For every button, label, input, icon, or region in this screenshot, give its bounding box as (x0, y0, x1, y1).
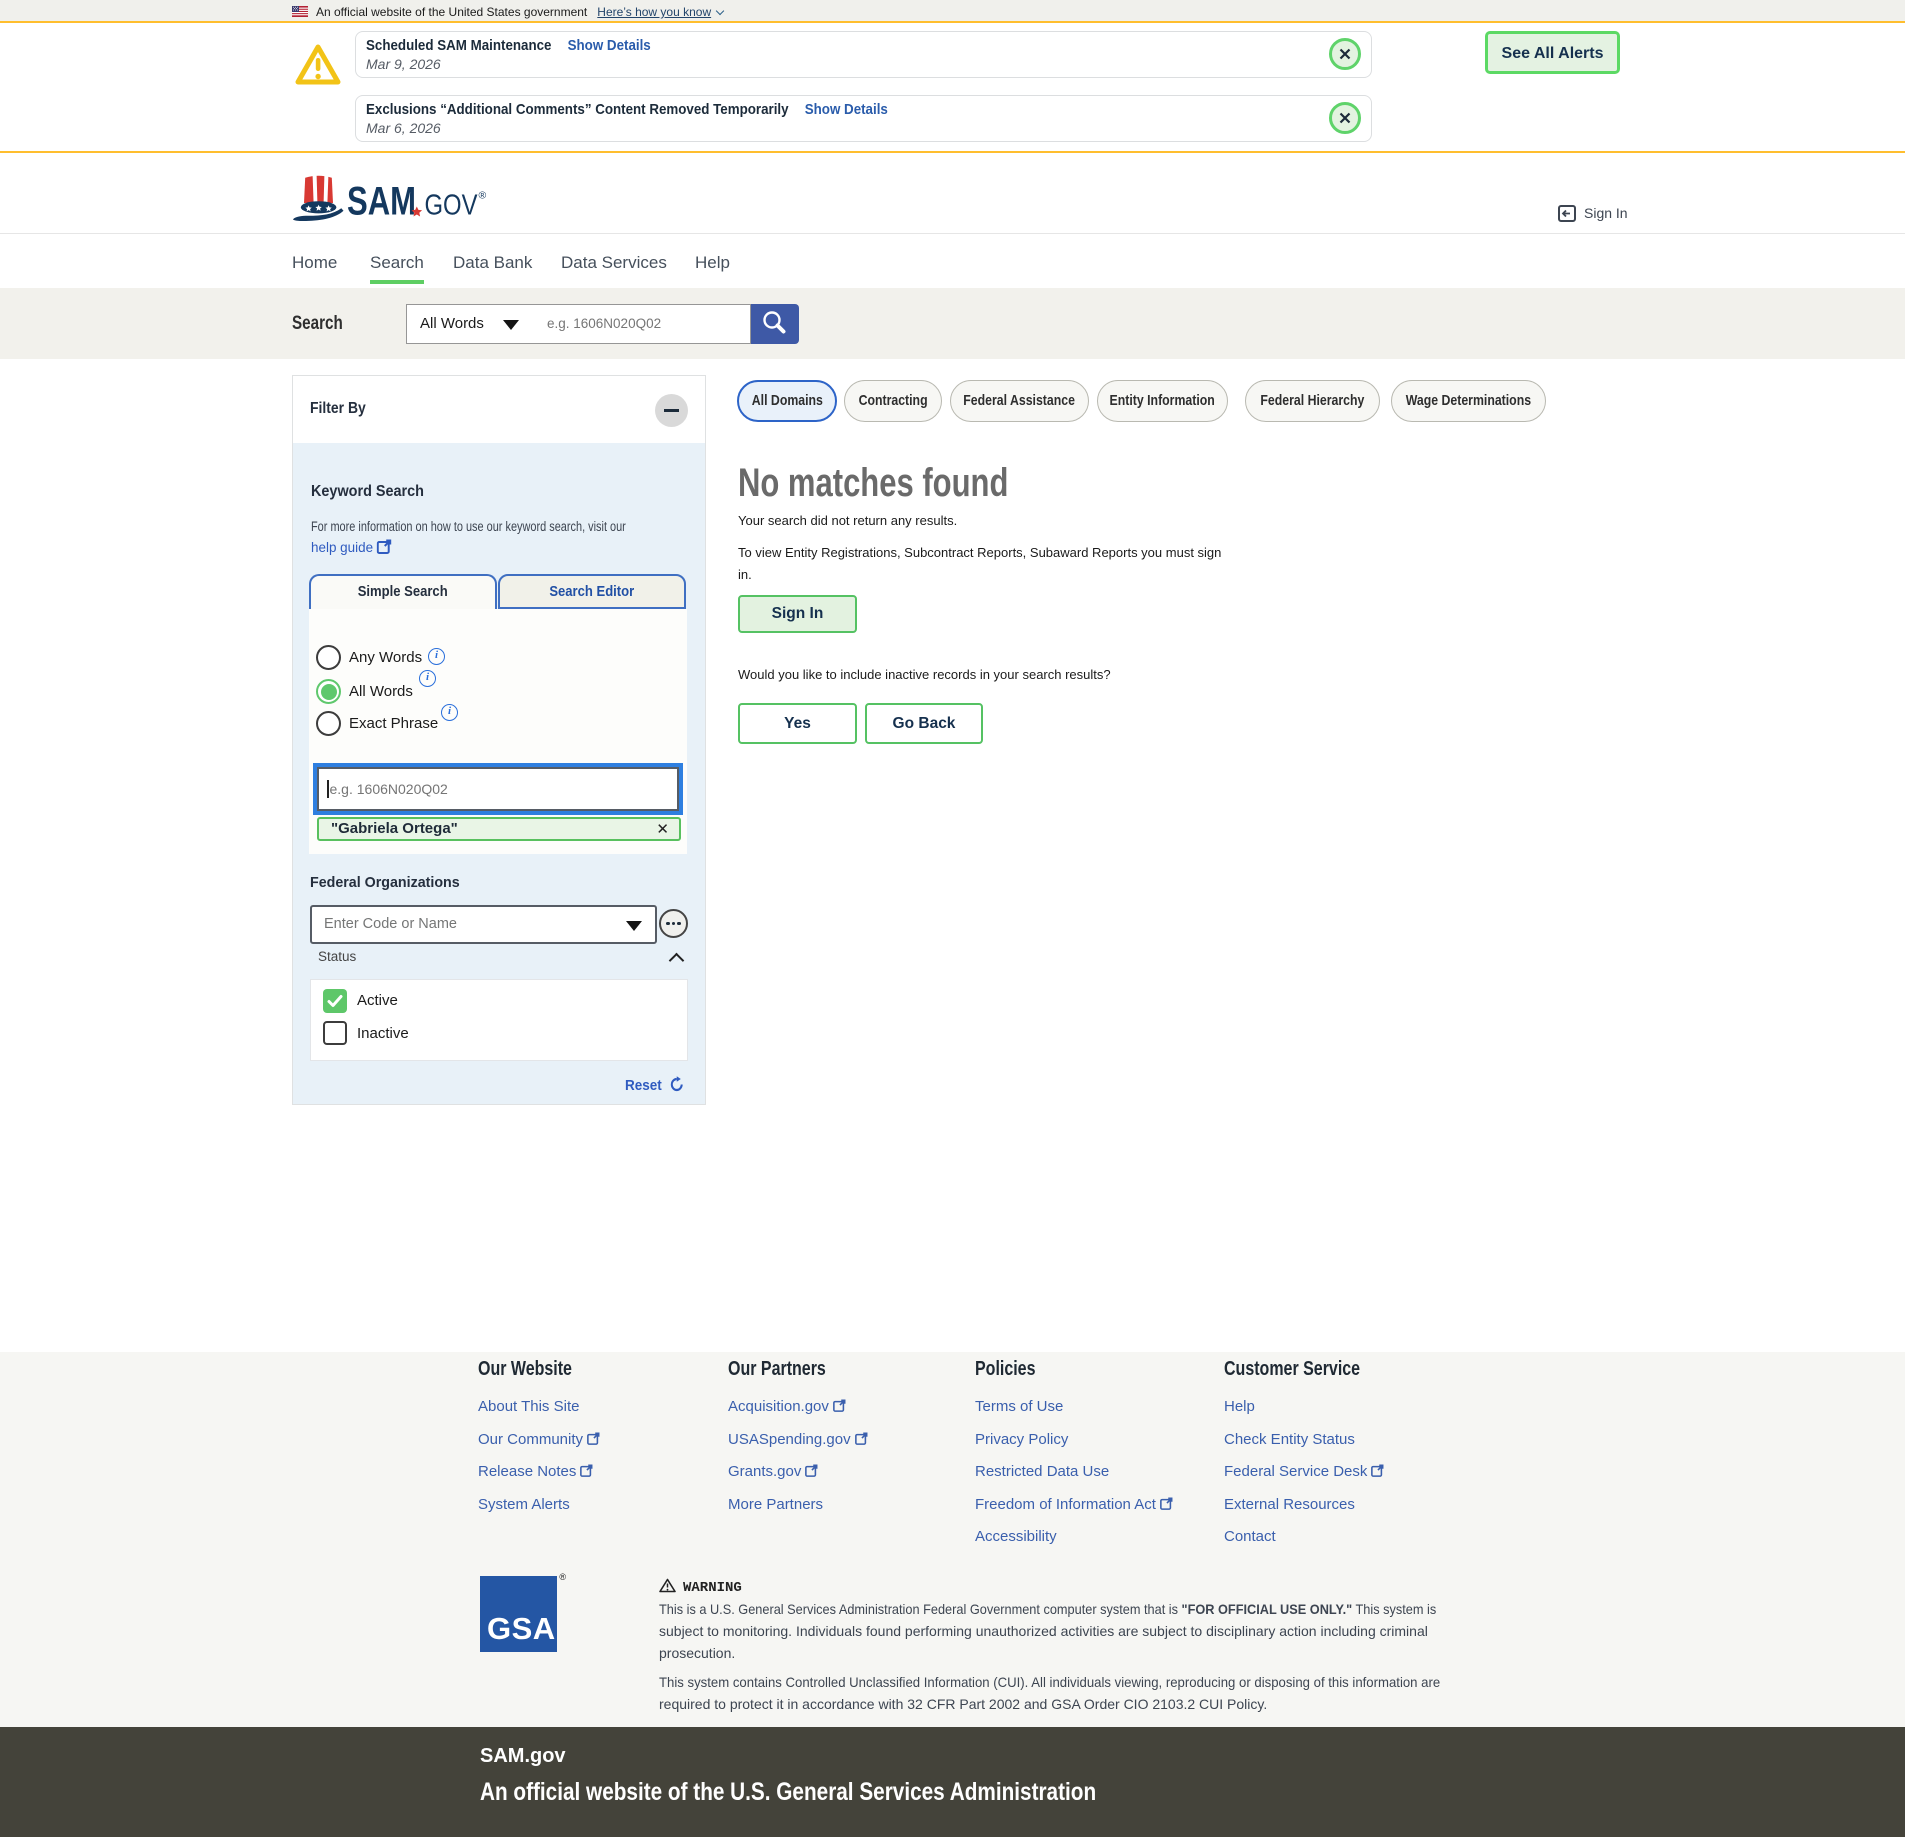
svg-text:®: ® (479, 190, 487, 202)
svg-text:GOV: GOV (425, 190, 479, 222)
svg-text:SAM: SAM (347, 180, 416, 222)
